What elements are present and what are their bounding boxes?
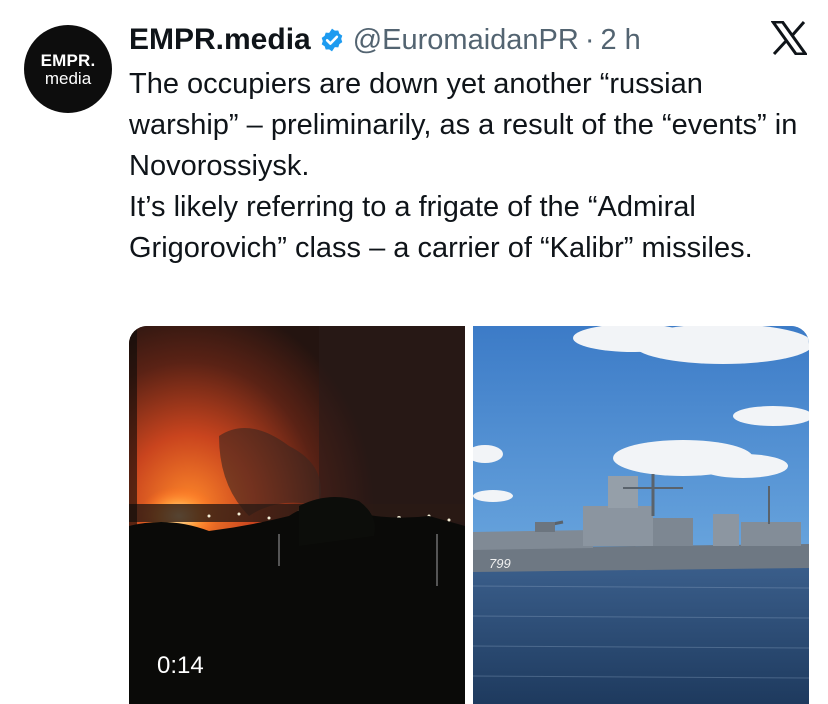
video-duration: 0:14 (157, 652, 204, 679)
separator-dot: · (584, 23, 595, 56)
avatar[interactable]: EMPR. media (24, 25, 112, 113)
timestamp[interactable]: 2 h (601, 24, 641, 57)
video-thumbnail[interactable]: 0:14 (129, 326, 465, 704)
tweet-header: EMPR.media @EuromaidanPR · 2 h (129, 20, 641, 60)
avatar-text-line2: media (44, 68, 92, 88)
tweet-paragraph-1: The occupiers are down yet another “russ… (129, 68, 798, 182)
warship-scene: 799 (473, 326, 809, 704)
x-logo-icon[interactable] (770, 20, 809, 56)
user-handle[interactable]: @EuromaidanPR (353, 24, 579, 57)
fire-night-scene (129, 326, 465, 704)
tweet-text: The occupiers are down yet another “russ… (129, 64, 809, 269)
media-grid: 0:14 799 (129, 326, 809, 704)
hull-number: 799 (489, 556, 511, 571)
tweet-paragraph-2: It’s likely referring to a frigate of th… (129, 191, 753, 264)
avatar-text-line1: EMPR. (40, 50, 96, 70)
display-name[interactable]: EMPR.media (129, 23, 311, 57)
warship-image[interactable]: 799 (473, 326, 809, 704)
verified-badge-icon (319, 27, 345, 53)
